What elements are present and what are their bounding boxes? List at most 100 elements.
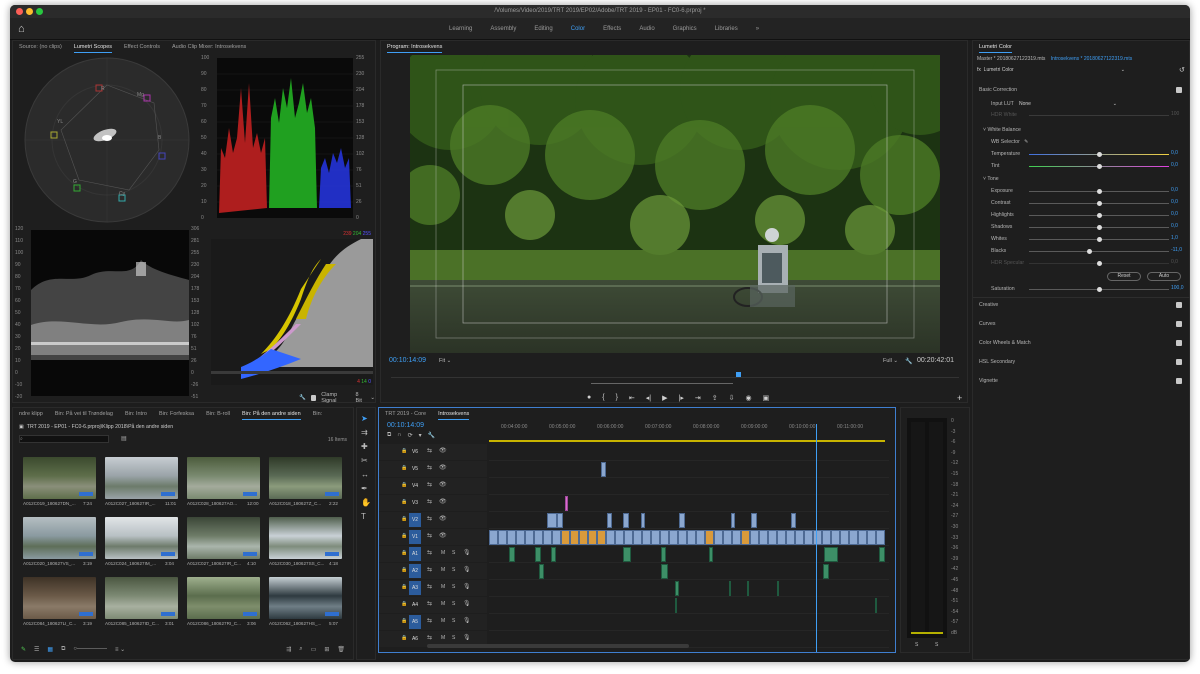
freeform-view-icon[interactable]: ⧉ [61, 646, 65, 653]
play-icon[interactable]: ▶ [662, 394, 667, 402]
solo-button[interactable]: S [452, 601, 455, 607]
slider-value-hdr-specular[interactable]: 0,0 [1171, 259, 1178, 265]
step-forward-icon[interactable]: |▸ [679, 394, 684, 402]
video-clip[interactable] [579, 530, 588, 545]
video-clip[interactable] [615, 530, 624, 545]
eye-icon[interactable]: 👁 [439, 481, 447, 488]
new-bin-footer-icon[interactable]: ▭ [311, 646, 317, 653]
video-clip[interactable] [552, 530, 561, 545]
zoom-window-button[interactable] [36, 8, 43, 15]
timeline-horizontal-scrollbar[interactable] [427, 644, 689, 648]
add-button-icon[interactable]: + [957, 393, 962, 403]
video-clip[interactable] [543, 530, 552, 545]
sync-lock-icon[interactable]: ⇆ [427, 481, 432, 488]
timeline-timecode[interactable]: 00:10:14:09 [387, 422, 424, 429]
close-window-button[interactable] [16, 8, 23, 15]
tone-reset-button[interactable]: Reset [1107, 272, 1141, 281]
clip-thumbnail[interactable] [187, 517, 260, 559]
eye-icon[interactable]: 👁 [439, 464, 447, 471]
slider-whites[interactable] [1029, 237, 1169, 242]
eye-icon[interactable]: 👁 [439, 498, 447, 505]
work-area-bar[interactable] [489, 440, 885, 442]
audio-clip[interactable] [623, 547, 631, 562]
slider-knob-hdr-specular[interactable] [1097, 261, 1102, 266]
video-clip[interactable] [607, 513, 612, 528]
track-label-v5[interactable]: V5 [409, 462, 421, 476]
video-clip[interactable] [642, 530, 651, 545]
color-wheels-checkbox[interactable] [1176, 340, 1182, 346]
meter-solo-right[interactable]: S [935, 642, 938, 648]
slider-value-temperature[interactable]: 0,0 [1171, 150, 1178, 156]
sync-lock-icon[interactable]: ⇆ [427, 617, 432, 624]
playhead-marker[interactable] [736, 372, 741, 377]
track-select-tool-icon[interactable]: ⇉ [361, 428, 371, 437]
bin-tab-5[interactable]: Bin: På den andre siden [241, 408, 301, 420]
selection-tool-icon[interactable]: ➤ [361, 414, 371, 423]
audio-clip[interactable] [509, 547, 515, 562]
mark-in-icon[interactable]: { [602, 394, 604, 402]
timeline-tab-0[interactable]: TRT 2019 - Core [385, 408, 426, 420]
lock-icon[interactable]: 🔒 [401, 635, 407, 641]
video-clip[interactable] [723, 530, 732, 545]
video-clip[interactable] [498, 530, 507, 545]
microphone-icon[interactable]: 🎙 [463, 600, 471, 607]
mute-button[interactable]: M [441, 618, 445, 624]
settings-wrench-icon[interactable]: 🔧 [905, 358, 912, 365]
sync-lock-icon[interactable]: ⇆ [427, 549, 432, 556]
sync-lock-icon[interactable]: ⇆ [427, 447, 432, 454]
workspace-tab-editing[interactable]: Editing [525, 18, 561, 40]
workspace-tab-audio[interactable]: Audio [630, 18, 663, 40]
video-clip[interactable] [849, 530, 858, 545]
home-icon[interactable]: ⌂ [18, 22, 32, 36]
video-clip[interactable] [660, 530, 669, 545]
video-clip[interactable] [840, 530, 849, 545]
track-label-a6[interactable]: A6 [409, 632, 421, 646]
track-label-v2[interactable]: V2 [409, 513, 421, 527]
white-balance-header[interactable]: ˅ White Balance [983, 125, 1021, 135]
clip-thumbnail[interactable] [105, 517, 178, 559]
clip-thumbnail[interactable] [269, 517, 342, 559]
video-clip[interactable] [705, 530, 714, 545]
lock-icon[interactable]: 🔒 [401, 448, 407, 454]
slider-knob-temperature[interactable] [1097, 152, 1102, 157]
video-clip[interactable] [669, 530, 678, 545]
track-label-v4[interactable]: V4 [409, 479, 421, 493]
creative-header[interactable]: Creative [979, 300, 998, 310]
microphone-icon[interactable]: 🎙 [463, 634, 471, 641]
program-zoom-scrollbar[interactable] [591, 383, 733, 384]
video-clip[interactable] [687, 530, 696, 545]
video-clip[interactable] [561, 530, 570, 545]
slider-tint[interactable] [1029, 164, 1169, 169]
video-clip[interactable] [597, 530, 606, 545]
video-clip[interactable] [714, 530, 723, 545]
video-clip[interactable] [731, 513, 735, 528]
automate-to-sequence-icon[interactable]: ⇶ [286, 646, 291, 653]
timeline-settings-icon[interactable]: 🔧 [428, 432, 435, 439]
clip-thumbnail[interactable] [269, 457, 342, 499]
scopes-tab-1[interactable]: Lumetri Scopes [73, 41, 113, 53]
export-frame-icon[interactable]: ◉ [746, 394, 752, 402]
workspace-tab-effects[interactable]: Effects [594, 18, 630, 40]
lock-icon[interactable]: 🔒 [401, 618, 407, 624]
clip-thumbnail[interactable] [187, 577, 260, 619]
wrench-icon[interactable]: 🔧 [299, 395, 306, 401]
slider-value-shadows[interactable]: 0,0 [1171, 223, 1178, 229]
slider-shadows[interactable] [1029, 225, 1169, 230]
mark-out-icon[interactable]: } [616, 394, 618, 402]
clip-thumbnail[interactable] [105, 457, 178, 499]
video-clip[interactable] [606, 530, 615, 545]
video-clip[interactable] [822, 530, 831, 545]
sort-icon[interactable]: ≡ ⌄ [115, 646, 125, 653]
solo-button[interactable]: S [452, 635, 455, 641]
scopes-tab-3[interactable]: Audio Clip Mixer: Introsekvens [172, 41, 246, 53]
new-item-icon[interactable]: ⊞ [324, 646, 329, 653]
pencil-icon[interactable]: ✎ [21, 646, 26, 653]
vignette-checkbox[interactable] [1176, 378, 1182, 384]
video-clip[interactable] [759, 530, 768, 545]
audio-clip[interactable] [675, 598, 677, 613]
audio-clip[interactable] [824, 547, 838, 562]
audio-clip[interactable] [709, 547, 713, 562]
sync-lock-icon[interactable]: ⇆ [427, 600, 432, 607]
lock-icon[interactable]: 🔒 [401, 567, 407, 573]
eye-icon[interactable]: 👁 [439, 447, 447, 454]
